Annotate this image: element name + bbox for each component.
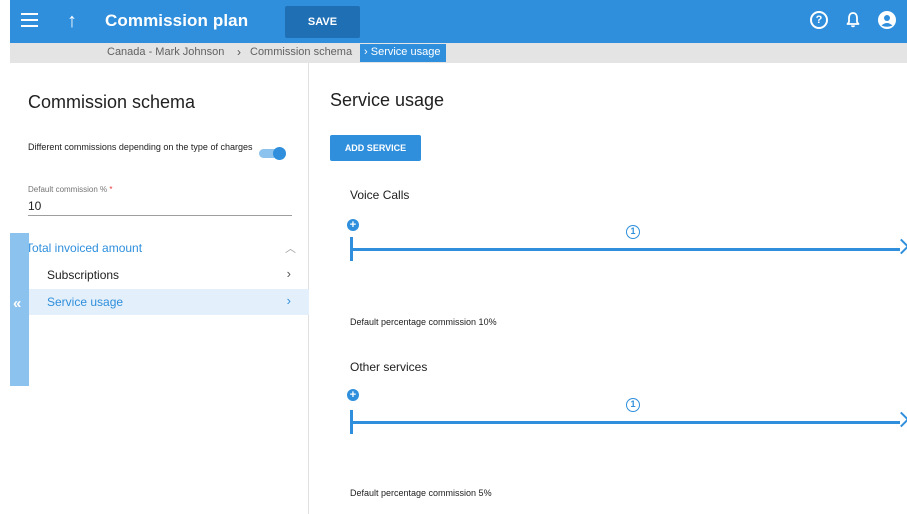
- service-title-other-services: Other services: [350, 360, 428, 374]
- save-button[interactable]: SAVE: [285, 6, 360, 38]
- add-period-icon[interactable]: +: [347, 219, 359, 231]
- menu-icon[interactable]: [21, 13, 38, 29]
- different-commissions-toggle[interactable]: [259, 147, 287, 160]
- commission-timeline: [350, 237, 907, 261]
- chevron-up-icon: ︿: [285, 243, 296, 255]
- arrow-right-icon: [893, 411, 907, 428]
- nav-group-label: Total invoiced amount: [26, 241, 143, 255]
- breadcrumb-item-customer[interactable]: Canada - Mark Johnson: [107, 46, 224, 58]
- collapse-sidebar-button[interactable]: «: [10, 233, 29, 386]
- breadcrumb: Canada - Mark Johnson › Commission schem…: [10, 43, 907, 63]
- nav-item-subscriptions[interactable]: Subscriptions ›: [14, 262, 309, 288]
- required-mark: *: [109, 185, 113, 194]
- add-service-button[interactable]: ADD SERVICE: [330, 135, 421, 161]
- default-commission-label: Default commission % *: [28, 185, 113, 194]
- nav-group-total-invoiced-amount[interactable]: Total invoiced amount ︿: [14, 236, 304, 260]
- service-title-voice-calls: Voice Calls: [350, 188, 410, 202]
- nav-item-service-usage[interactable]: Service usage ›: [14, 289, 309, 315]
- timeline-line: [350, 421, 900, 424]
- add-period-icon[interactable]: +: [347, 389, 359, 401]
- page-title: Commission plan: [105, 11, 249, 30]
- nav-item-label: Service usage: [47, 295, 124, 309]
- timeline-line: [350, 248, 900, 251]
- toggle-knob: [273, 147, 286, 160]
- section-title: Service usage: [330, 90, 445, 110]
- bell-icon[interactable]: [844, 11, 862, 29]
- app-bar: ↑ Commission plan SAVE ?: [10, 0, 907, 43]
- breadcrumb-item-service-usage[interactable]: › Service usage: [360, 44, 447, 62]
- double-chevron-left-icon: «: [13, 295, 22, 312]
- arrow-up-icon[interactable]: ↑: [67, 9, 77, 33]
- arrow-right-icon: [893, 238, 907, 255]
- account-icon[interactable]: [878, 11, 896, 29]
- default-commission-note: Default percentage commission 10%: [350, 317, 497, 327]
- main-content: Service usage ADD SERVICE Voice Calls + …: [310, 63, 907, 514]
- default-commission-note: Default percentage commission 5%: [350, 488, 492, 498]
- sidebar-title: Commission schema: [28, 92, 196, 112]
- breadcrumb-separator: ›: [364, 46, 368, 58]
- sidebar: Commission schema Different commissions …: [10, 63, 309, 514]
- nav-item-label: Subscriptions: [47, 268, 120, 282]
- breadcrumb-current-label: Service usage: [370, 46, 441, 58]
- toggle-label: Different commissions depending on the t…: [28, 142, 253, 152]
- help-icon[interactable]: ?: [810, 11, 828, 29]
- chevron-right-icon: ›: [286, 266, 291, 281]
- default-commission-input[interactable]: [28, 196, 292, 216]
- breadcrumb-separator: ›: [237, 45, 241, 59]
- commission-timeline: [350, 410, 907, 434]
- chevron-right-icon: ›: [286, 293, 291, 308]
- breadcrumb-item-commission-schema[interactable]: Commission schema: [250, 46, 352, 58]
- default-commission-label-text: Default commission %: [28, 185, 108, 194]
